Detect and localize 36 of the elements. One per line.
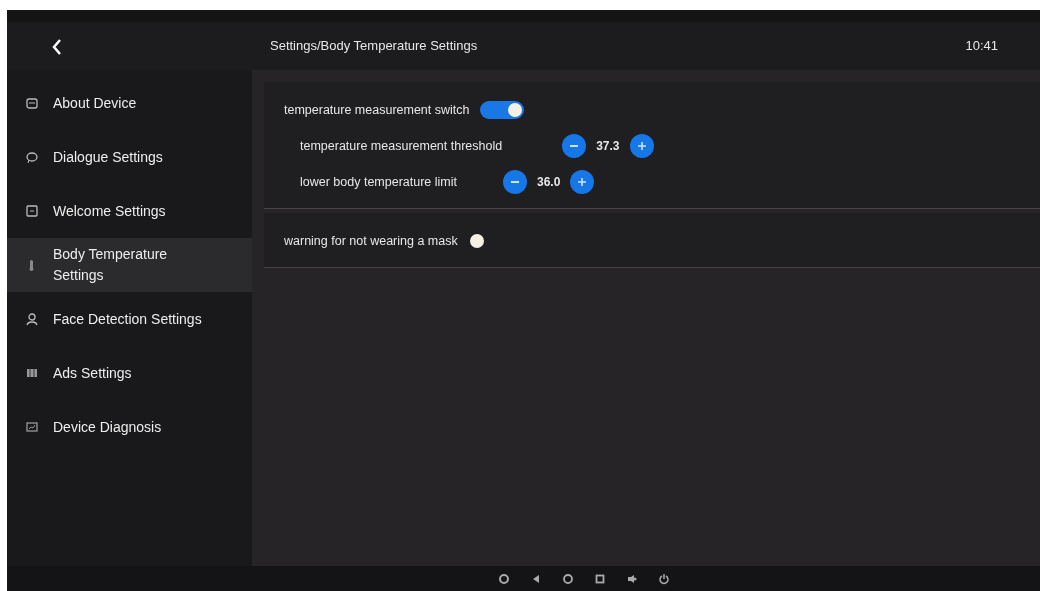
chat-icon — [25, 150, 39, 164]
settings-icon[interactable] — [497, 572, 510, 585]
sidebar-item[interactable]: Face Detection Settings — [7, 292, 252, 346]
info-icon — [25, 96, 39, 110]
monitor-icon — [25, 420, 39, 434]
back-icon[interactable] — [52, 38, 62, 55]
increase-button[interactable] — [570, 170, 595, 194]
sidebar-item[interactable]: Dialogue Settings — [7, 130, 252, 184]
plus-icon — [578, 178, 587, 186]
page-title: Settings/Body Temperature Settings — [270, 38, 478, 54]
toggle-switch[interactable] — [479, 101, 524, 119]
clock-time: 10:41 — [965, 38, 998, 54]
minus-icon — [570, 145, 579, 147]
setting-label: warning for not wearing a mask — [284, 232, 458, 250]
value-text: 36.0 — [537, 174, 561, 191]
decrease-button[interactable] — [562, 134, 587, 158]
speaker-icon[interactable] — [625, 572, 638, 585]
home-icon[interactable] — [561, 572, 574, 585]
plus-icon — [637, 142, 646, 150]
setting-label: temperature measurement switch — [284, 101, 470, 119]
sidebar-item[interactable]: About Device — [7, 76, 252, 130]
sidebar-item[interactable]: Device Diagnosis — [7, 400, 252, 454]
minus-icon — [511, 181, 519, 183]
value-text: 37.3 — [596, 138, 620, 155]
square-icon[interactable] — [593, 572, 606, 585]
sidebar-item[interactable]: Body Temperature Settings — [7, 238, 252, 292]
person-icon — [25, 312, 39, 326]
screen-icon — [25, 204, 39, 218]
sidebar-item[interactable]: Ads Settings — [7, 346, 252, 400]
sidebar-item[interactable]: Welcome Settings — [7, 184, 252, 238]
setting-label: lower body temperature limit — [300, 173, 457, 191]
setting-label: temperature measurement threshold — [300, 137, 503, 155]
grid-icon — [25, 366, 39, 380]
power-icon[interactable] — [657, 572, 670, 585]
increase-button[interactable] — [629, 134, 654, 158]
decrease-button[interactable] — [503, 170, 527, 194]
